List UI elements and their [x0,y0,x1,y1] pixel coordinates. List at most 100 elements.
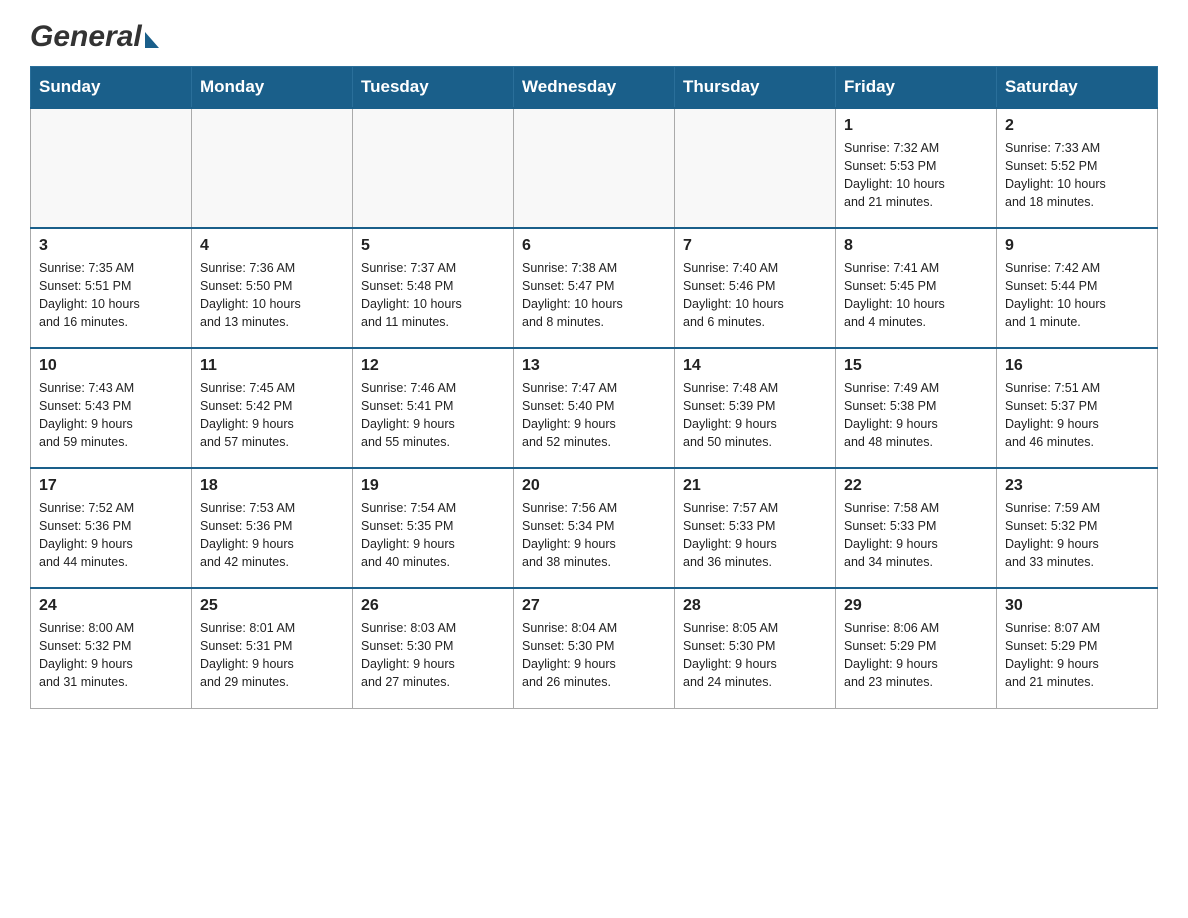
day-info: Sunrise: 7:41 AM Sunset: 5:45 PM Dayligh… [844,259,988,332]
logo-arrow-icon [145,32,159,48]
calendar-cell [514,108,675,228]
weekday-header-sunday: Sunday [31,67,192,109]
day-info: Sunrise: 7:32 AM Sunset: 5:53 PM Dayligh… [844,139,988,212]
weekday-header-friday: Friday [836,67,997,109]
calendar-cell: 7 Sunrise: 7:40 AM Sunset: 5:46 PM Daylig… [675,228,836,348]
calendar-cell: 2 Sunrise: 7:33 AM Sunset: 5:52 PM Daylig… [997,108,1158,228]
weekday-header-monday: Monday [192,67,353,109]
day-number: 1 [844,117,988,135]
day-info: Sunrise: 7:57 AM Sunset: 5:33 PM Dayligh… [683,499,827,572]
page: G eneral SundayMondayTuesdayWednesdayThu… [0,0,1188,729]
header: G eneral [30,20,1158,48]
day-info: Sunrise: 7:37 AM Sunset: 5:48 PM Dayligh… [361,259,505,332]
calendar-table: SundayMondayTuesdayWednesdayThursdayFrid… [30,66,1158,709]
day-number: 20 [522,477,666,495]
calendar-cell: 27 Sunrise: 8:04 AM Sunset: 5:30 PM Dayli… [514,588,675,708]
day-number: 7 [683,237,827,255]
day-number: 29 [844,597,988,615]
calendar-cell: 15Sunrise: 7:49 AM Sunset: 5:38 PM Dayli… [836,348,997,468]
week-row-5: 24 Sunrise: 8:00 AM Sunset: 5:32 PM Dayli… [31,588,1158,708]
day-number: 16 [1005,357,1149,375]
day-number: 3 [39,237,183,255]
day-number: 14 [683,357,827,375]
day-number: 2 [1005,117,1149,135]
weekday-header-saturday: Saturday [997,67,1158,109]
calendar-cell: 9 Sunrise: 7:42 AM Sunset: 5:44 PM Daylig… [997,228,1158,348]
day-info: Sunrise: 8:06 AM Sunset: 5:29 PM Dayligh… [844,619,988,692]
calendar-cell [353,108,514,228]
week-row-3: 10Sunrise: 7:43 AM Sunset: 5:43 PM Dayli… [31,348,1158,468]
day-number: 27 [522,597,666,615]
day-number: 12 [361,357,505,375]
day-info: Sunrise: 7:51 AM Sunset: 5:37 PM Dayligh… [1005,379,1149,452]
day-number: 13 [522,357,666,375]
week-row-2: 3 Sunrise: 7:35 AM Sunset: 5:51 PM Daylig… [31,228,1158,348]
weekday-header-thursday: Thursday [675,67,836,109]
day-info: Sunrise: 8:04 AM Sunset: 5:30 PM Dayligh… [522,619,666,692]
day-info: Sunrise: 7:33 AM Sunset: 5:52 PM Dayligh… [1005,139,1149,212]
day-number: 24 [39,597,183,615]
calendar-cell: 17 Sunrise: 7:52 AM Sunset: 5:36 PM Dayli… [31,468,192,588]
day-info: Sunrise: 7:53 AM Sunset: 5:36 PM Dayligh… [200,499,344,572]
calendar-cell: 30 Sunrise: 8:07 AM Sunset: 5:29 PM Dayli… [997,588,1158,708]
calendar-cell [31,108,192,228]
day-number: 21 [683,477,827,495]
day-info: Sunrise: 7:35 AM Sunset: 5:51 PM Dayligh… [39,259,183,332]
day-number: 22 [844,477,988,495]
day-info: Sunrise: 8:07 AM Sunset: 5:29 PM Dayligh… [1005,619,1149,692]
calendar-cell: 19Sunrise: 7:54 AM Sunset: 5:35 PM Dayli… [353,468,514,588]
calendar-cell: 11Sunrise: 7:45 AM Sunset: 5:42 PM Dayli… [192,348,353,468]
logo: G eneral [30,20,159,48]
logo-general-g: G [30,20,53,54]
day-number: 4 [200,237,344,255]
calendar-cell: 10Sunrise: 7:43 AM Sunset: 5:43 PM Dayli… [31,348,192,468]
calendar-cell: 22Sunrise: 7:58 AM Sunset: 5:33 PM Dayli… [836,468,997,588]
week-row-4: 17 Sunrise: 7:52 AM Sunset: 5:36 PM Dayli… [31,468,1158,588]
calendar-cell: 6Sunrise: 7:38 AM Sunset: 5:47 PM Daylig… [514,228,675,348]
day-number: 30 [1005,597,1149,615]
day-info: Sunrise: 7:48 AM Sunset: 5:39 PM Dayligh… [683,379,827,452]
calendar-cell: 8 Sunrise: 7:41 AM Sunset: 5:45 PM Daylig… [836,228,997,348]
day-info: Sunrise: 8:01 AM Sunset: 5:31 PM Dayligh… [200,619,344,692]
calendar-cell: 1 Sunrise: 7:32 AM Sunset: 5:53 PM Daylig… [836,108,997,228]
day-number: 26 [361,597,505,615]
day-info: Sunrise: 8:00 AM Sunset: 5:32 PM Dayligh… [39,619,183,692]
day-number: 25 [200,597,344,615]
weekday-header-wednesday: Wednesday [514,67,675,109]
calendar-cell: 12 Sunrise: 7:46 AM Sunset: 5:41 PM Dayli… [353,348,514,468]
calendar-cell: 13Sunrise: 7:47 AM Sunset: 5:40 PM Dayli… [514,348,675,468]
day-number: 23 [1005,477,1149,495]
calendar-cell: 29 Sunrise: 8:06 AM Sunset: 5:29 PM Dayli… [836,588,997,708]
calendar-cell [192,108,353,228]
calendar-cell: 25 Sunrise: 8:01 AM Sunset: 5:31 PM Dayli… [192,588,353,708]
calendar-cell: 16 Sunrise: 7:51 AM Sunset: 5:37 PM Dayli… [997,348,1158,468]
day-number: 9 [1005,237,1149,255]
calendar-cell: 3 Sunrise: 7:35 AM Sunset: 5:51 PM Daylig… [31,228,192,348]
day-info: Sunrise: 7:38 AM Sunset: 5:47 PM Dayligh… [522,259,666,332]
day-info: Sunrise: 7:56 AM Sunset: 5:34 PM Dayligh… [522,499,666,572]
calendar-cell: 4 Sunrise: 7:36 AM Sunset: 5:50 PM Daylig… [192,228,353,348]
calendar-cell: 20 Sunrise: 7:56 AM Sunset: 5:34 PM Dayli… [514,468,675,588]
calendar-cell [675,108,836,228]
calendar-cell: 26 Sunrise: 8:03 AM Sunset: 5:30 PM Dayli… [353,588,514,708]
week-row-1: 1 Sunrise: 7:32 AM Sunset: 5:53 PM Daylig… [31,108,1158,228]
weekday-header-tuesday: Tuesday [353,67,514,109]
day-number: 17 [39,477,183,495]
day-info: Sunrise: 8:03 AM Sunset: 5:30 PM Dayligh… [361,619,505,692]
day-info: Sunrise: 7:49 AM Sunset: 5:38 PM Dayligh… [844,379,988,452]
day-number: 8 [844,237,988,255]
day-info: Sunrise: 7:36 AM Sunset: 5:50 PM Dayligh… [200,259,344,332]
day-info: Sunrise: 8:05 AM Sunset: 5:30 PM Dayligh… [683,619,827,692]
day-info: Sunrise: 7:46 AM Sunset: 5:41 PM Dayligh… [361,379,505,452]
day-info: Sunrise: 7:54 AM Sunset: 5:35 PM Dayligh… [361,499,505,572]
calendar-cell: 28 Sunrise: 8:05 AM Sunset: 5:30 PM Dayli… [675,588,836,708]
day-info: Sunrise: 7:52 AM Sunset: 5:36 PM Dayligh… [39,499,183,572]
day-info: Sunrise: 7:42 AM Sunset: 5:44 PM Dayligh… [1005,259,1149,332]
day-number: 11 [200,357,344,375]
day-info: Sunrise: 7:40 AM Sunset: 5:46 PM Dayligh… [683,259,827,332]
day-number: 28 [683,597,827,615]
calendar-header-row: SundayMondayTuesdayWednesdayThursdayFrid… [31,67,1158,109]
calendar-cell: 21 Sunrise: 7:57 AM Sunset: 5:33 PM Dayli… [675,468,836,588]
day-info: Sunrise: 7:43 AM Sunset: 5:43 PM Dayligh… [39,379,183,452]
day-number: 5 [361,237,505,255]
